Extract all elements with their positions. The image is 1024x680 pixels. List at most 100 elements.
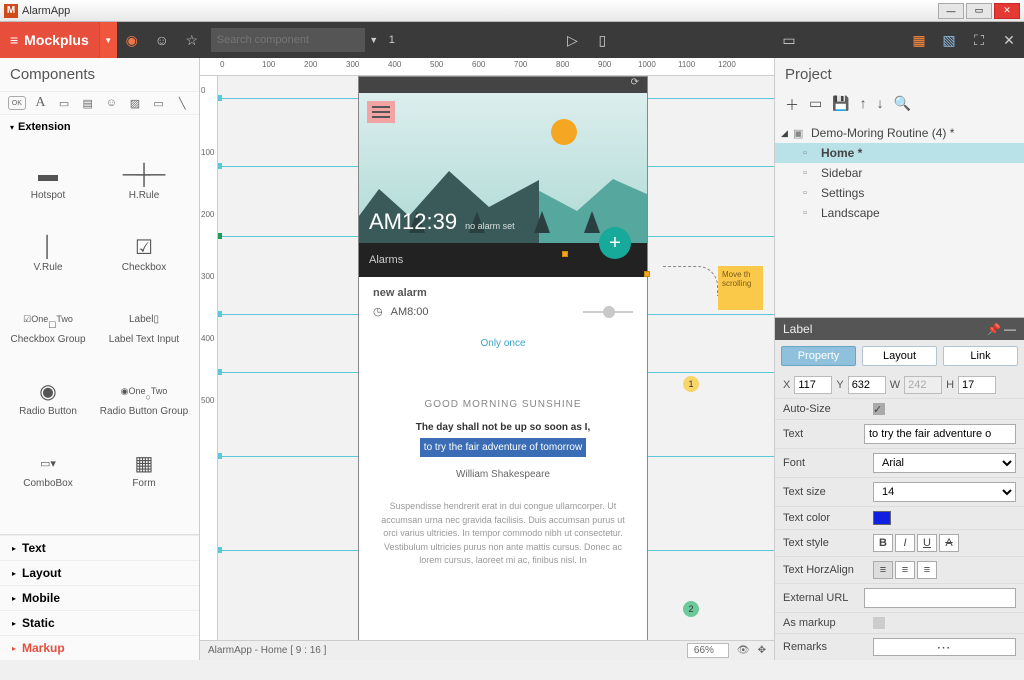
close-panel-icon[interactable]: ✕	[994, 22, 1024, 58]
line-shape-icon[interactable]: ╲	[173, 96, 191, 110]
comp-label-input[interactable]: Label ▯Label Text Input	[96, 289, 192, 361]
align-center-button[interactable]: ≡	[895, 561, 915, 579]
textarea-icon[interactable]: ▤	[79, 96, 97, 110]
window-close-button[interactable]: ✕	[994, 3, 1020, 19]
device-frame[interactable]: ⟳ AM12:39no alarm set Alarms + new alarm	[358, 76, 648, 640]
picture-icon[interactable]: ▧	[934, 22, 964, 58]
sticky-note[interactable]: Move th scrolling	[718, 266, 763, 310]
minimize-panel-icon[interactable]: —	[1004, 322, 1016, 336]
comp-extra1[interactable]: ▭	[0, 505, 96, 534]
add-alarm-button[interactable]: +	[599, 227, 631, 259]
remarks-button[interactable]: ⋯	[873, 638, 1016, 656]
autosize-checkbox[interactable]: ✓	[873, 403, 885, 415]
star-icon[interactable]: ☆	[177, 22, 207, 58]
color-swatch[interactable]	[873, 511, 891, 525]
design-canvas[interactable]: ⟳ AM12:39no alarm set Alarms + new alarm	[218, 76, 774, 640]
tree-page-sidebar[interactable]: ▫Sidebar	[775, 163, 1024, 183]
fullscreen-icon[interactable]: ⛶	[964, 22, 994, 58]
tab-layout[interactable]: Layout	[862, 346, 937, 366]
down-icon[interactable]: ↓	[877, 95, 884, 115]
window-maximize-button[interactable]: ▭	[966, 3, 992, 19]
add-page-icon[interactable]: ＋	[785, 95, 799, 115]
ruler-horizontal[interactable]: 0100200300400500600700800900100011001200	[200, 58, 774, 76]
tab-property[interactable]: Property	[781, 346, 856, 366]
cat-markup[interactable]: ▸Markup	[0, 635, 199, 660]
cube-icon[interactable]: ◉	[117, 22, 147, 58]
font-select[interactable]: Arial	[873, 453, 1016, 473]
text-a-icon[interactable]: A	[32, 96, 50, 110]
comp-vrule[interactable]: │V.Rule	[0, 217, 96, 289]
image-shape-icon[interactable]: ▨	[126, 96, 144, 110]
bold-button[interactable]: B	[873, 534, 893, 552]
up-icon[interactable]: ↑	[860, 95, 867, 115]
smile-shape-icon[interactable]: ☺	[103, 96, 121, 110]
button-shape-icon[interactable]: ▭	[150, 96, 168, 110]
comp-radio-group[interactable]: ◉ One○ TwoRadio Button Group	[96, 361, 192, 433]
url-input[interactable]	[864, 588, 1016, 608]
comp-hotspot[interactable]: ▬Hotspot	[0, 145, 96, 217]
search-input[interactable]	[211, 28, 365, 52]
alarm-row[interactable]: new alarm ◷AM8:00	[359, 277, 647, 328]
textfield-icon[interactable]: ▭	[55, 96, 73, 110]
cat-text[interactable]: ▸Text	[0, 535, 199, 560]
size-select[interactable]: 14	[873, 482, 1016, 502]
search-dropdown-icon[interactable]: ▼	[365, 22, 383, 58]
tree-page-landscape[interactable]: ▫Landscape	[775, 203, 1024, 223]
search-project-icon[interactable]: 🔍	[894, 95, 911, 115]
tree-root[interactable]: ◢▣Demo-Moring Routine (4) *	[775, 123, 1024, 143]
zoom-select[interactable]: 66%	[687, 643, 729, 658]
combobox-icon: ▭▾	[40, 450, 56, 478]
poem-line2-selected[interactable]: to try the fair adventure of tomorrow	[420, 438, 586, 457]
comp-extra2[interactable]: One│Tw	[96, 505, 192, 534]
smiley-icon[interactable]: ☺	[147, 22, 177, 58]
alarm-slider[interactable]	[583, 311, 633, 313]
cat-mobile[interactable]: ▸Mobile	[0, 585, 199, 610]
h-input[interactable]	[958, 376, 996, 394]
play-icon[interactable]: ▷	[557, 22, 587, 58]
text-input[interactable]	[864, 424, 1016, 444]
page-icon: ▫	[803, 207, 817, 219]
cat-static[interactable]: ▸Static	[0, 610, 199, 635]
tree-page-settings[interactable]: ▫Settings	[775, 183, 1024, 203]
grid-icon[interactable]: ▦	[904, 22, 934, 58]
strike-button[interactable]: A	[939, 534, 959, 552]
app-icon: M	[4, 4, 18, 18]
align-right-button[interactable]: ≡	[917, 561, 937, 579]
comp-checkbox[interactable]: ☑Checkbox	[96, 217, 192, 289]
pin-icon[interactable]: 📌	[987, 323, 1001, 336]
marker-1[interactable]: 1	[683, 376, 699, 392]
ok-icon[interactable]: OK	[8, 96, 26, 110]
selection-handle[interactable]	[644, 271, 650, 277]
comp-radio[interactable]: ◉Radio Button	[0, 361, 96, 433]
extension-section[interactable]: ▾Extension	[0, 115, 199, 139]
screen-icon[interactable]: ▭	[774, 22, 804, 58]
properties-title[interactable]: Label📌 —	[775, 318, 1024, 340]
project-panel: Project ＋ ▭ 💾 ↑ ↓ 🔍 ◢▣Demo-Moring Routin…	[774, 58, 1024, 660]
tree-page-home[interactable]: ▫Home *	[775, 143, 1024, 163]
phone-icon[interactable]: ▯	[587, 22, 617, 58]
pan-icon[interactable]: ✥	[758, 645, 766, 656]
align-left-button[interactable]: ≡	[873, 561, 893, 579]
save-icon[interactable]: 💾	[832, 95, 849, 115]
underline-button[interactable]: U	[917, 534, 937, 552]
brand-button[interactable]: ≡ Mockplus	[0, 22, 99, 58]
comp-hrule[interactable]: ─┼─H.Rule	[96, 145, 192, 217]
comp-checkbox-group[interactable]: ☑ One☐ TwoCheckbox Group	[0, 289, 96, 361]
markup-checkbox[interactable]	[873, 617, 885, 629]
folder-icon[interactable]: ▭	[809, 95, 822, 115]
comp-form[interactable]: ▦Form	[96, 433, 192, 505]
onetwo-icon: One│Tw	[127, 527, 161, 534]
x-input[interactable]	[794, 376, 832, 394]
cat-layout[interactable]: ▸Layout	[0, 560, 199, 585]
italic-button[interactable]: I	[895, 534, 915, 552]
comp-combobox[interactable]: ▭▾ComboBox	[0, 433, 96, 505]
selection-handle[interactable]	[562, 251, 568, 257]
brand-dropdown[interactable]: ▼	[99, 22, 117, 58]
menu-button[interactable]	[367, 101, 395, 123]
marker-2[interactable]: 2	[683, 601, 699, 617]
ruler-vertical[interactable]: 0100200300400500	[200, 76, 218, 640]
window-minimize-button[interactable]: —	[938, 3, 964, 19]
y-input[interactable]	[848, 376, 886, 394]
tab-link[interactable]: Link	[943, 346, 1018, 366]
eye-icon[interactable]: 👁	[737, 645, 750, 656]
